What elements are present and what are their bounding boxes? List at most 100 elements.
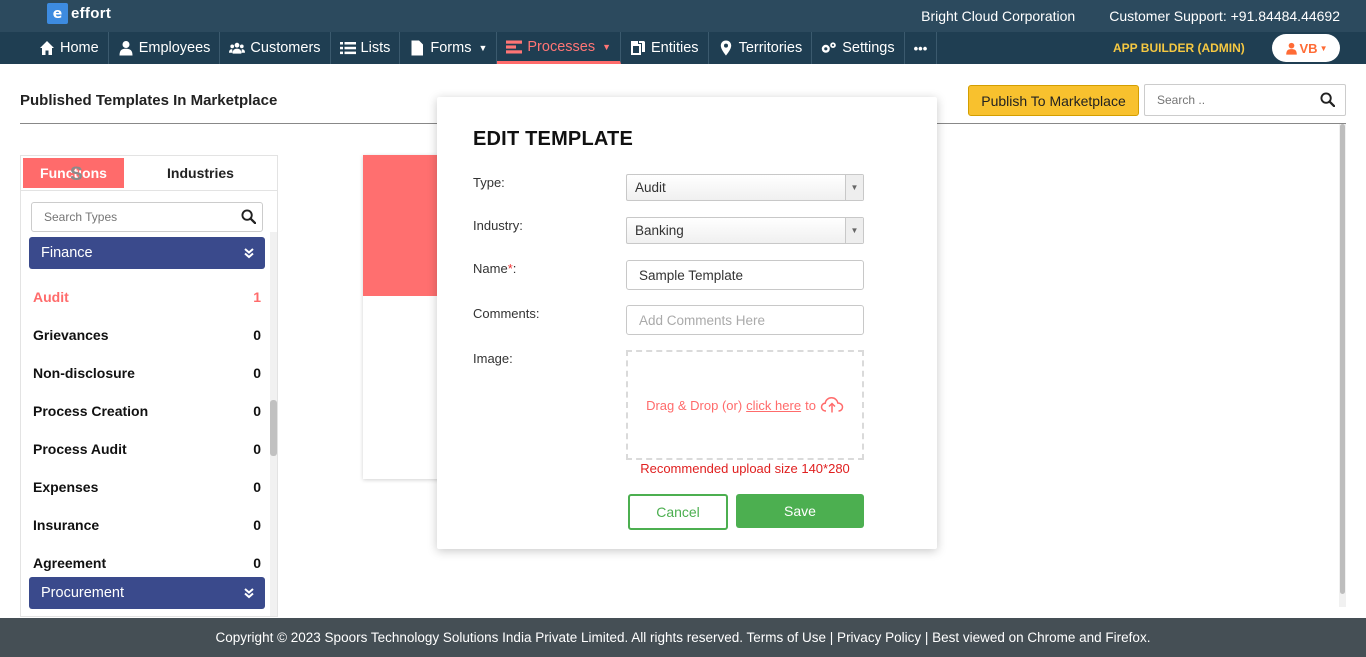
nav-lists-label: Lists <box>360 40 391 56</box>
main-nav-bar: Home Employees Customers Lists Forms ▼ P… <box>0 32 1366 64</box>
list-item-insurance[interactable]: Insurance 0 <box>33 506 261 544</box>
name-label-text: Name <box>473 261 508 276</box>
list-item-expenses[interactable]: Expenses 0 <box>33 468 261 506</box>
user-avatar-menu[interactable]: VB ▼ <box>1272 34 1340 62</box>
map-marker-icon <box>720 40 731 56</box>
chevron-down-icon: ▼ <box>478 43 488 53</box>
marketplace-search-input[interactable] <box>1145 85 1315 115</box>
name-label: Name*: <box>473 261 516 276</box>
publish-to-marketplace-button[interactable]: Publish To Marketplace <box>968 85 1139 116</box>
nav-processes[interactable]: Processes ▼ <box>497 32 621 64</box>
list-item-count: 0 <box>253 555 261 571</box>
user-icon <box>1285 42 1297 55</box>
page-footer: Copyright © 2023 Spoors Technology Solut… <box>0 618 1366 657</box>
list-item-process-audit[interactable]: Process Audit 0 <box>33 430 261 468</box>
drop-text: Drag & Drop (or) <box>646 397 743 413</box>
panel-scrollbar-thumb[interactable] <box>270 400 277 456</box>
nav-customers[interactable]: Customers <box>220 32 331 64</box>
nav-settings-label: Settings <box>842 40 895 56</box>
nav-forms[interactable]: Forms ▼ <box>400 32 498 64</box>
comments-label: Comments: <box>473 306 540 321</box>
group-procurement[interactable]: Procurement <box>29 577 265 609</box>
click-here-link[interactable]: click here <box>746 398 801 413</box>
marketplace-search <box>1144 84 1346 116</box>
function-list: Audit 1 Grievances 0 Non-disclosure 0 Pr… <box>33 278 261 582</box>
list-item-name: Insurance <box>33 517 100 533</box>
upload-size-hint: Recommended upload size 140*280 <box>640 461 850 476</box>
nav-home-label: Home <box>60 40 99 56</box>
nav-entities[interactable]: Entities <box>621 32 709 64</box>
nav-lists[interactable]: Lists <box>331 32 401 64</box>
app-builder-label[interactable]: APP BUILDER (ADMIN) <box>1113 41 1245 55</box>
page-scrollbar-thumb[interactable] <box>1340 124 1345 594</box>
gear-icon <box>822 42 837 53</box>
list-item-audit[interactable]: Audit 1 <box>33 278 261 316</box>
nav-entities-label: Entities <box>651 40 699 56</box>
page-title: Published Templates In Marketplace <box>20 92 278 109</box>
cancel-button[interactable]: Cancel <box>628 494 728 530</box>
name-label-colon: : <box>512 261 517 276</box>
tab-industries[interactable]: Industries <box>124 156 277 190</box>
search-icon[interactable] <box>1320 92 1335 107</box>
more-icon: ••• <box>913 40 928 56</box>
page-scrollbar[interactable] <box>1339 124 1346 607</box>
list-item-count: 0 <box>253 479 261 495</box>
customer-support: Customer Support: +91.84484.44692 <box>1109 8 1340 24</box>
industry-select[interactable]: Banking ▼ <box>626 217 864 244</box>
chevron-down-icon: ▼ <box>845 218 863 243</box>
top-bar: e effort Bright Cloud Corporation Custom… <box>0 0 1366 32</box>
processes-icon <box>506 40 523 53</box>
list-item-process-creation[interactable]: Process Creation 0 <box>33 392 261 430</box>
edit-template-dialog: EDIT TEMPLATE Type: Audit ▼ Industry: Ba… <box>437 97 937 549</box>
types-search-input[interactable] <box>32 203 227 231</box>
list-item-name: Agreement <box>33 555 107 571</box>
list-item-grievances[interactable]: Grievances 0 <box>33 316 261 354</box>
logo-icon: e <box>47 3 68 24</box>
double-chevron-down-icon <box>244 588 254 599</box>
nav-home[interactable]: Home <box>30 32 109 64</box>
footer-text: Copyright © 2023 Spoors Technology Solut… <box>215 630 1151 645</box>
chevron-down-icon: ▼ <box>602 41 611 52</box>
nav-more[interactable]: ••• <box>905 32 938 64</box>
category-panel: Functions Industries Finance Audit 1 Gri… <box>20 155 278 617</box>
nav-territories-label: Territories <box>738 40 803 56</box>
image-label: Image: <box>473 351 513 366</box>
nav-employees[interactable]: Employees <box>109 32 221 64</box>
list-item-name: Audit <box>33 289 69 305</box>
list-item-name: Process Audit <box>33 441 127 457</box>
industry-select-value: Banking <box>635 223 684 238</box>
list-item-name: Non-disclosure <box>33 365 135 381</box>
group-finance[interactable]: Finance <box>29 237 265 269</box>
user-icon <box>119 41 133 56</box>
app-logo[interactable]: e effort <box>47 3 111 24</box>
list-item-name: Process Creation <box>33 403 149 419</box>
type-select-value: Audit <box>635 180 666 195</box>
list-item-count: 0 <box>253 403 261 419</box>
list-item-count: 0 <box>253 517 261 533</box>
search-icon[interactable] <box>241 209 256 224</box>
company-name: Bright Cloud Corporation <box>921 8 1076 24</box>
dialog-title: EDIT TEMPLATE <box>473 128 634 150</box>
comments-input[interactable] <box>626 305 864 335</box>
home-icon <box>40 41 54 55</box>
template-card-title: S <box>70 164 83 185</box>
group-procurement-label: Procurement <box>41 585 125 601</box>
type-label: Type: <box>473 175 505 190</box>
name-input[interactable] <box>626 260 864 290</box>
save-button[interactable]: Save <box>736 494 864 528</box>
list-item-non-disclosure[interactable]: Non-disclosure 0 <box>33 354 261 392</box>
group-finance-label: Finance <box>41 245 93 261</box>
panel-scrollbar[interactable] <box>270 232 277 616</box>
types-search <box>31 202 263 232</box>
user-initials: VB <box>1299 40 1318 56</box>
cloud-upload-icon[interactable] <box>820 396 844 414</box>
nav-employees-label: Employees <box>138 40 211 56</box>
image-dropzone[interactable]: Drag & Drop (or) click here to <box>626 350 864 460</box>
chevron-down-icon: ▼ <box>845 175 863 200</box>
type-select[interactable]: Audit ▼ <box>626 174 864 201</box>
nav-settings[interactable]: Settings <box>812 32 905 64</box>
logo-text: effort <box>71 5 112 22</box>
users-icon <box>229 42 246 54</box>
list-item-count: 0 <box>253 327 261 343</box>
nav-territories[interactable]: Territories <box>709 32 813 64</box>
